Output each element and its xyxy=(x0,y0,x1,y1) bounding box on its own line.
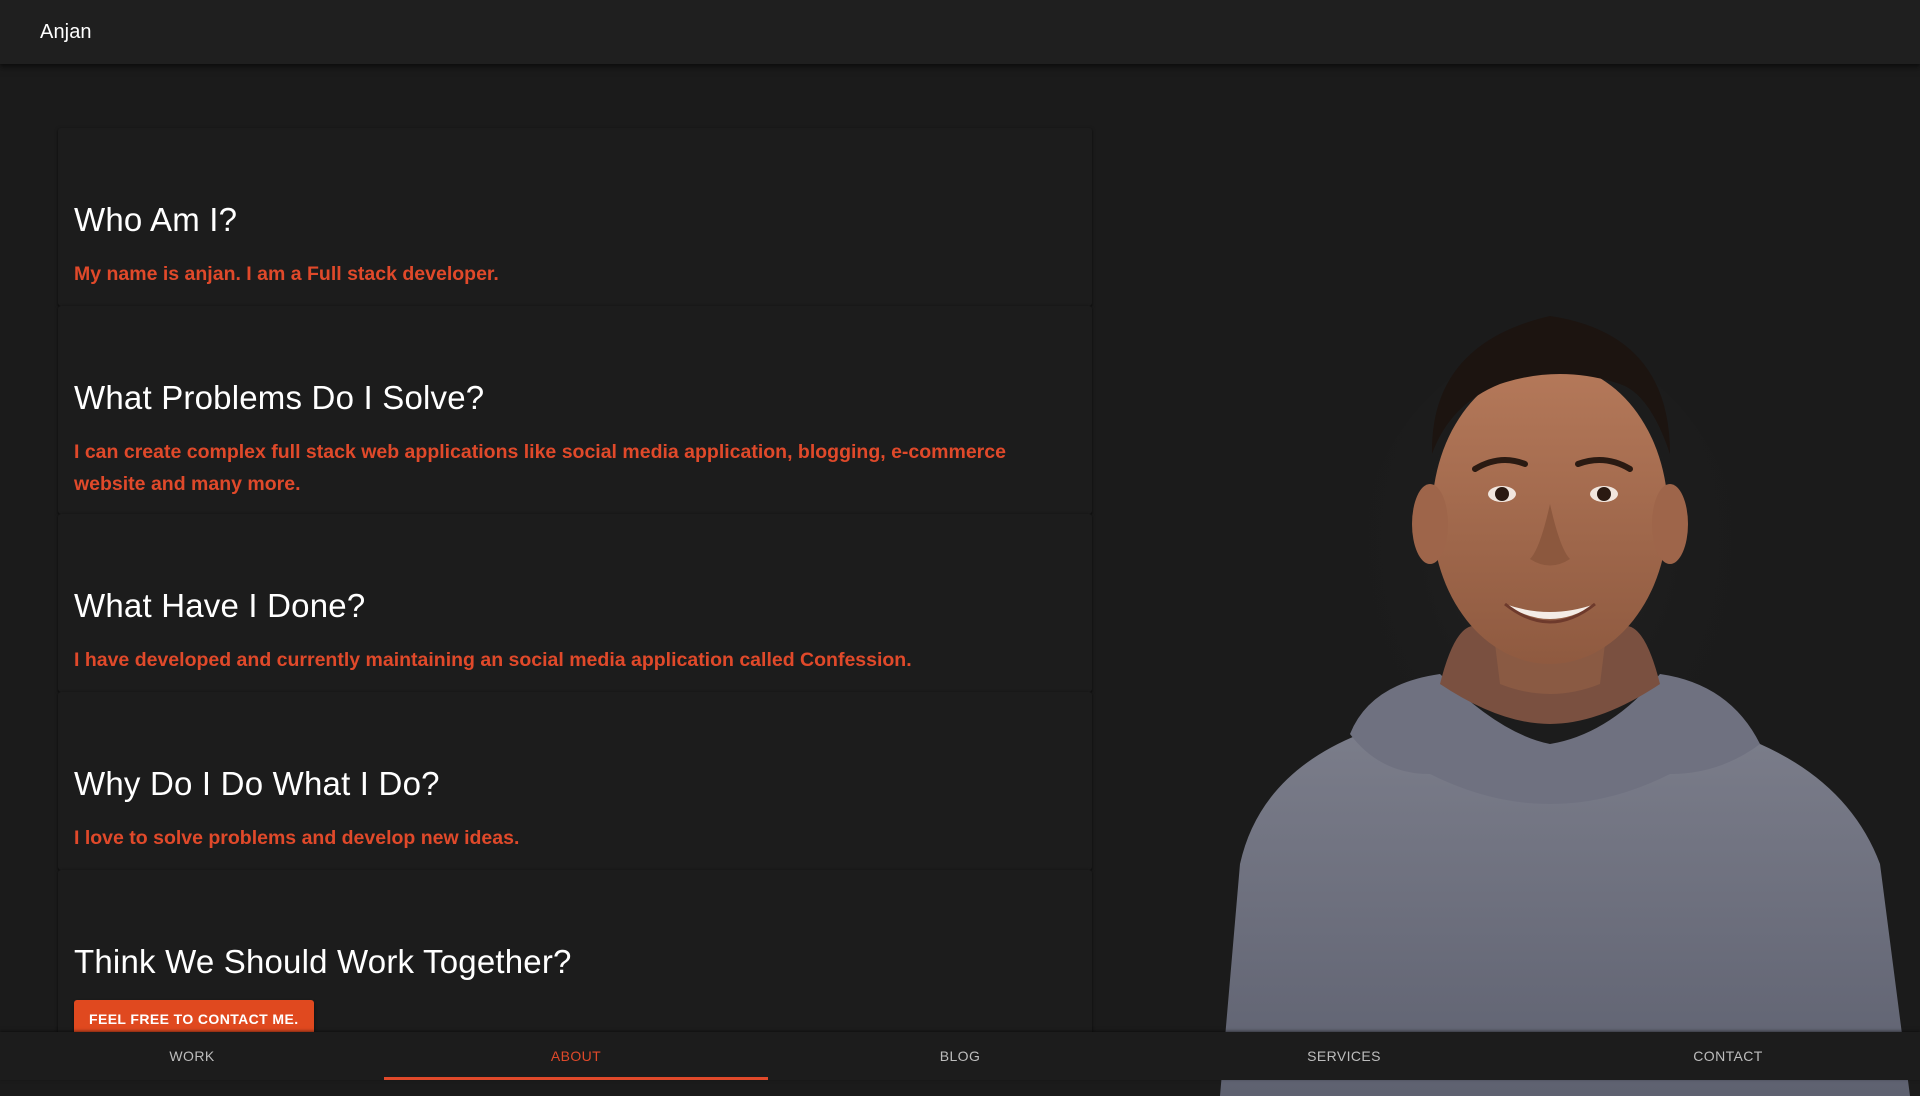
profile-photo xyxy=(1220,316,1910,1096)
card-heading: Think We Should Work Together? xyxy=(74,943,572,980)
done-card: What Have I Done? I have developed and c… xyxy=(58,514,1092,692)
card-text: My name is anjan. I am a Full stack deve… xyxy=(74,263,499,285)
card-heading: What Problems Do I Solve? xyxy=(74,379,485,416)
nav-contact[interactable]: CONTACT xyxy=(1536,1032,1920,1080)
card-text: I have developed and currently maintaini… xyxy=(74,649,912,671)
app-bar: Anjan xyxy=(0,0,1920,64)
problems-card: What Problems Do I Solve? I can create c… xyxy=(58,306,1092,514)
card-heading: Why Do I Do What I Do? xyxy=(74,765,440,802)
card-heading: Who Am I? xyxy=(74,201,238,238)
work-together-card: Think We Should Work Together? Feel free… xyxy=(58,870,1092,1052)
nav-services[interactable]: SERVICES xyxy=(1152,1032,1536,1080)
nav-about[interactable]: ABOUT xyxy=(384,1032,768,1080)
brand-title[interactable]: Anjan xyxy=(40,21,92,44)
nav-work[interactable]: WORK xyxy=(0,1032,384,1080)
bottom-navigation: WORK ABOUT BLOG SERVICES CONTACT xyxy=(0,1032,1920,1080)
who-am-i-card: Who Am I? My name is anjan. I am a Full … xyxy=(58,128,1092,306)
why-card: Why Do I Do What I Do? I love to solve p… xyxy=(58,692,1092,870)
card-heading: What Have I Done? xyxy=(74,587,366,624)
card-text: I can create complex full stack web appl… xyxy=(74,441,1006,495)
card-text: I love to solve problems and develop new… xyxy=(74,827,520,849)
nav-about-label: ABOUT xyxy=(550,1048,602,1064)
nav-blog[interactable]: BLOG xyxy=(768,1032,1152,1080)
about-page: Who Am I? My name is anjan. I am a Full … xyxy=(0,64,1920,1096)
